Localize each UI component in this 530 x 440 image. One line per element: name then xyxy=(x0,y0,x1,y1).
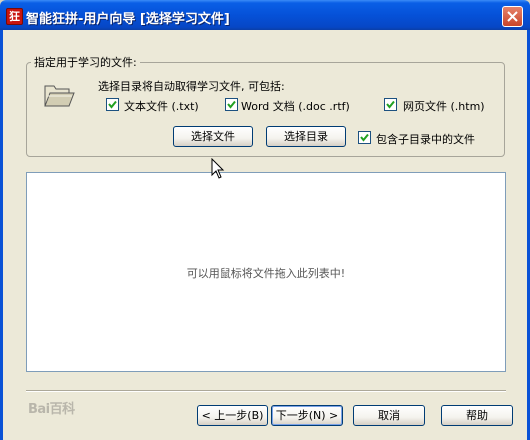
footer-separator xyxy=(26,390,506,392)
back-button[interactable]: < 上一步(B) xyxy=(197,405,268,426)
file-drop-list[interactable]: 可以用鼠标将文件拖入此列表中! xyxy=(26,172,506,372)
txt-checkbox-label[interactable]: 文本文件 (.txt) xyxy=(124,98,199,114)
drop-hint: 可以用鼠标将文件拖入此列表中! xyxy=(186,267,346,280)
select-directory-button[interactable]: 选择目录 xyxy=(266,126,346,147)
window-title: 智能狂拼-用户向导 [选择学习文件] xyxy=(26,12,230,27)
checkmark-icon xyxy=(386,100,395,109)
mouse-cursor-icon xyxy=(211,158,225,179)
group-legend: 指定用于学习的文件: xyxy=(31,54,140,70)
include-subdirs-checkbox[interactable] xyxy=(358,131,371,144)
watermark-logo: Bai百科 xyxy=(28,402,75,417)
checkmark-icon xyxy=(108,100,117,109)
htm-checkbox[interactable] xyxy=(384,98,397,111)
next-button[interactable]: 下一步(N) > xyxy=(271,405,343,426)
include-subdirs-label[interactable]: 包含子目录中的文件 xyxy=(376,131,475,147)
close-icon xyxy=(507,11,518,22)
txt-checkbox[interactable] xyxy=(106,98,119,111)
checkmark-icon xyxy=(360,133,369,142)
group-description: 选择目录将自动取得学习文件, 可包括: xyxy=(98,80,285,93)
checkmark-icon xyxy=(227,100,236,109)
open-folder-icon xyxy=(44,85,75,107)
word-checkbox[interactable] xyxy=(225,98,238,111)
select-file-button[interactable]: 选择文件 xyxy=(173,126,253,147)
app-icon: 狂 xyxy=(6,8,23,25)
window-frame-left xyxy=(0,30,3,440)
word-checkbox-label[interactable]: Word 文档 (.doc .rtf) xyxy=(241,98,350,114)
cancel-button[interactable]: 取消 xyxy=(353,405,425,426)
title-bar[interactable]: 狂 智能狂拼-用户向导 [选择学习文件] xyxy=(0,0,530,30)
htm-checkbox-label[interactable]: 网页文件 (.htm) xyxy=(403,98,485,114)
close-button[interactable] xyxy=(502,6,523,27)
help-button[interactable]: 帮助 xyxy=(441,405,513,426)
